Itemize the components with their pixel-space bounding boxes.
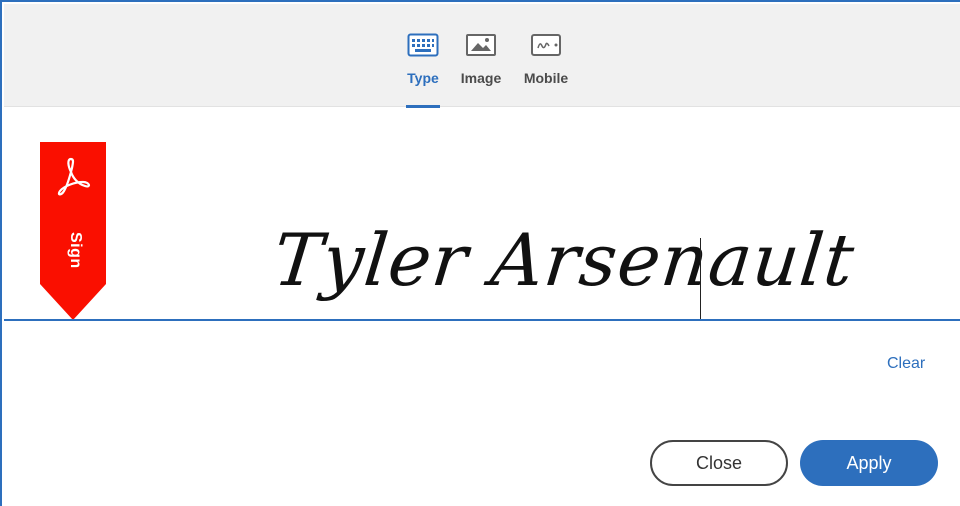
active-tab-indicator — [406, 105, 440, 108]
sign-here-ribbon: Sign — [40, 142, 106, 320]
clear-link[interactable]: Clear — [887, 355, 925, 373]
signature-dialog: Type Image Mobile Sign Tyler Arsenault C… — [0, 0, 960, 506]
keyboard-icon — [406, 32, 440, 58]
tab-type[interactable]: Type — [406, 32, 440, 108]
signature-mode-toolbar: Type Image Mobile — [4, 4, 960, 108]
mobile-icon — [529, 32, 563, 58]
text-caret — [700, 238, 701, 320]
tab-mobile-label: Mobile — [523, 70, 569, 86]
acrobat-logo-icon — [55, 156, 91, 201]
tab-mobile[interactable]: Mobile — [522, 32, 570, 108]
tab-image[interactable]: Image — [460, 32, 502, 108]
signature-baseline — [4, 319, 960, 321]
apply-button[interactable]: Apply — [800, 440, 938, 486]
sign-ribbon-label: Sign — [67, 232, 84, 269]
image-icon — [464, 32, 498, 58]
close-button[interactable]: Close — [650, 440, 788, 486]
tab-image-label: Image — [460, 70, 502, 86]
signature-input[interactable]: Tyler Arsenault — [270, 218, 859, 302]
tab-type-label: Type — [407, 70, 439, 86]
